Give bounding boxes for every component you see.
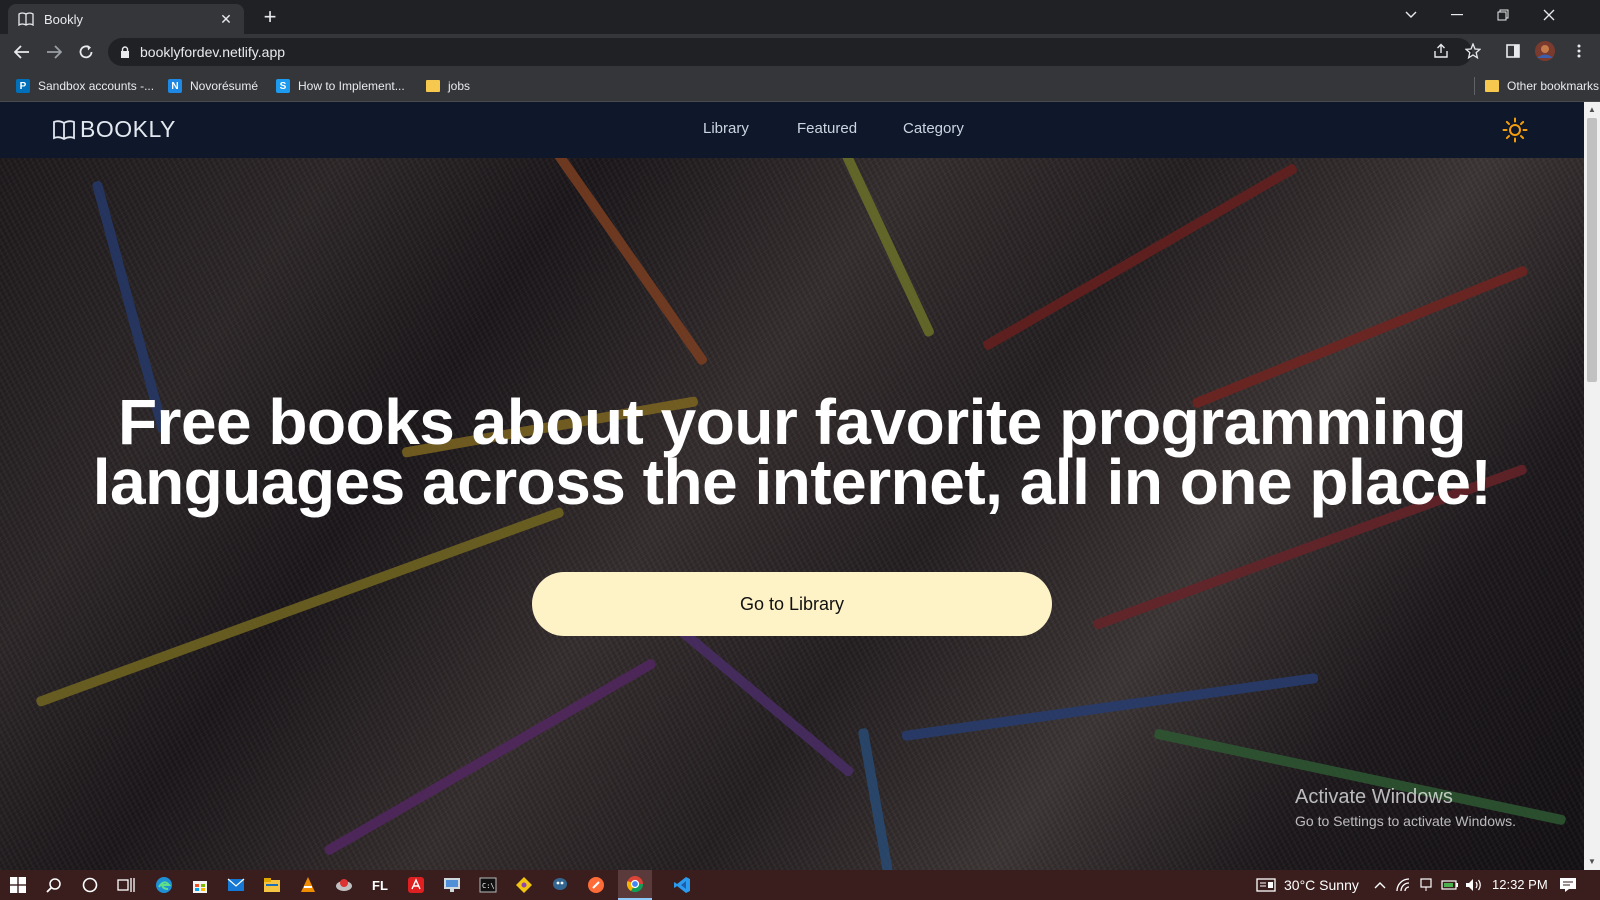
other-bookmarks-label: Other bookmarks bbox=[1507, 79, 1600, 93]
bluetooth-icon[interactable] bbox=[1416, 875, 1436, 895]
side-panel-icon[interactable] bbox=[1502, 40, 1524, 62]
edge-icon[interactable] bbox=[154, 875, 174, 895]
close-tab-icon[interactable]: ✕ bbox=[218, 11, 234, 28]
vscode-icon[interactable] bbox=[672, 875, 692, 895]
git-icon[interactable] bbox=[514, 875, 534, 895]
browser-tab[interactable]: Bookly ✕ bbox=[8, 4, 244, 34]
search-icon[interactable] bbox=[44, 875, 64, 895]
forward-icon[interactable] bbox=[42, 40, 66, 64]
windows-start-icon[interactable] bbox=[8, 875, 28, 895]
headline-line-2: languages across the internet, all in on… bbox=[92, 446, 1492, 518]
scrollbar-thumb[interactable] bbox=[1587, 118, 1597, 382]
scroll-down-arrow[interactable]: ▼ bbox=[1584, 854, 1600, 870]
page-scrollbar[interactable]: ▲ ▼ bbox=[1584, 102, 1600, 870]
bookmark-label: Sandbox accounts -... bbox=[38, 79, 155, 93]
close-window-icon[interactable] bbox=[1526, 0, 1572, 30]
network-icon[interactable] bbox=[1394, 875, 1414, 895]
chevron-up-icon[interactable] bbox=[1370, 875, 1390, 895]
brand-logo[interactable]: BOOKLY bbox=[52, 116, 176, 143]
bookmark-jobs[interactable]: jobs bbox=[426, 77, 470, 95]
bookmark-label: How to Implement... bbox=[298, 79, 405, 93]
bookmarks-bar: P Sandbox accounts -... N Novorésumé S H… bbox=[0, 70, 1600, 102]
svg-text:C:\: C:\ bbox=[482, 882, 495, 890]
restore-icon[interactable] bbox=[1480, 0, 1526, 30]
menu-kebab-icon[interactable] bbox=[1568, 40, 1590, 62]
watermark-subtitle: Go to Settings to activate Windows. bbox=[1295, 813, 1516, 829]
reload-icon[interactable] bbox=[74, 40, 98, 64]
web-page: BOOKLY Library Featured Category Free bo… bbox=[0, 102, 1584, 870]
clock-time[interactable]: 12:32 PM bbox=[1492, 877, 1548, 892]
hero-headline: Free books about your favorite programmi… bbox=[40, 390, 1544, 514]
activate-windows-watermark: Activate Windows Go to Settings to activ… bbox=[1295, 786, 1516, 829]
nav-category[interactable]: Category bbox=[903, 120, 964, 137]
postman-icon[interactable] bbox=[586, 875, 606, 895]
folder-icon bbox=[1485, 80, 1499, 92]
postgres-icon[interactable] bbox=[550, 875, 570, 895]
mail-icon[interactable] bbox=[226, 875, 246, 895]
remote-desktop-icon[interactable] bbox=[442, 875, 462, 895]
acrobat-icon[interactable] bbox=[406, 875, 426, 895]
scroll-up-arrow[interactable]: ▲ bbox=[1584, 102, 1600, 118]
brand-name: BOOKLY bbox=[80, 116, 176, 142]
battery-icon[interactable] bbox=[1440, 875, 1460, 895]
go-to-library-button[interactable]: Go to Library bbox=[532, 572, 1052, 636]
weather-news-icon[interactable] bbox=[1256, 875, 1276, 895]
weather-text[interactable]: 30°C Sunny bbox=[1284, 877, 1359, 893]
profile-avatar[interactable] bbox=[1534, 40, 1556, 62]
bookmark-novoresume[interactable]: N Novorésumé bbox=[168, 77, 258, 95]
browser-toolbar: booklyfordev.netlify.app bbox=[0, 34, 1600, 70]
volume-icon[interactable] bbox=[1464, 875, 1484, 895]
share-icon[interactable] bbox=[1430, 40, 1452, 62]
sun-icon bbox=[1502, 117, 1528, 143]
tab-title: Bookly bbox=[44, 11, 84, 27]
novoresume-icon: N bbox=[168, 79, 182, 93]
notification-icon[interactable] bbox=[1558, 875, 1578, 895]
chrome-icon[interactable] bbox=[618, 870, 652, 900]
terminal-icon[interactable]: C:\ bbox=[478, 875, 498, 895]
bookmark-how-to-implement[interactable]: S How to Implement... bbox=[276, 77, 405, 95]
bookmark-sandbox[interactable]: P Sandbox accounts -... bbox=[16, 77, 154, 95]
new-tab-button[interactable]: + bbox=[258, 6, 282, 30]
nav-library[interactable]: Library bbox=[703, 120, 749, 137]
bookmark-label: jobs bbox=[448, 79, 471, 93]
other-bookmarks[interactable]: Other bookmarks bbox=[1474, 77, 1599, 95]
nav-featured[interactable]: Featured bbox=[797, 120, 857, 137]
site-navbar: BOOKLY Library Featured Category bbox=[0, 102, 1584, 158]
fl-studio-icon[interactable]: FL bbox=[370, 875, 390, 895]
paypal-icon: P bbox=[16, 79, 30, 93]
s-icon: S bbox=[276, 79, 290, 93]
bookmark-star-icon[interactable] bbox=[1462, 40, 1484, 62]
url-text: booklyfordev.netlify.app bbox=[140, 44, 286, 60]
app-icon[interactable] bbox=[334, 875, 354, 895]
vlc-icon[interactable] bbox=[298, 875, 318, 895]
windows-taskbar: FL C:\ 30°C Sunny 12:32 PM bbox=[0, 870, 1600, 900]
browser-tab-strip: Bookly ✕ + bbox=[0, 0, 1600, 34]
book-icon bbox=[18, 12, 34, 26]
folder-icon bbox=[426, 80, 440, 92]
cortana-icon[interactable] bbox=[80, 875, 100, 895]
back-icon[interactable] bbox=[10, 40, 34, 64]
lock-icon bbox=[121, 46, 129, 58]
address-bar[interactable]: booklyfordev.netlify.app bbox=[108, 38, 1472, 66]
minimize-icon[interactable] bbox=[1434, 0, 1480, 30]
task-view-icon[interactable] bbox=[116, 875, 136, 895]
watermark-title: Activate Windows bbox=[1295, 786, 1453, 808]
store-icon[interactable] bbox=[190, 875, 210, 895]
open-book-icon bbox=[53, 119, 75, 140]
bookmark-label: Novorésumé bbox=[190, 79, 259, 93]
tab-search-icon[interactable] bbox=[1388, 0, 1434, 30]
theme-toggle-button[interactable] bbox=[1502, 117, 1528, 143]
file-explorer-icon[interactable] bbox=[262, 875, 282, 895]
